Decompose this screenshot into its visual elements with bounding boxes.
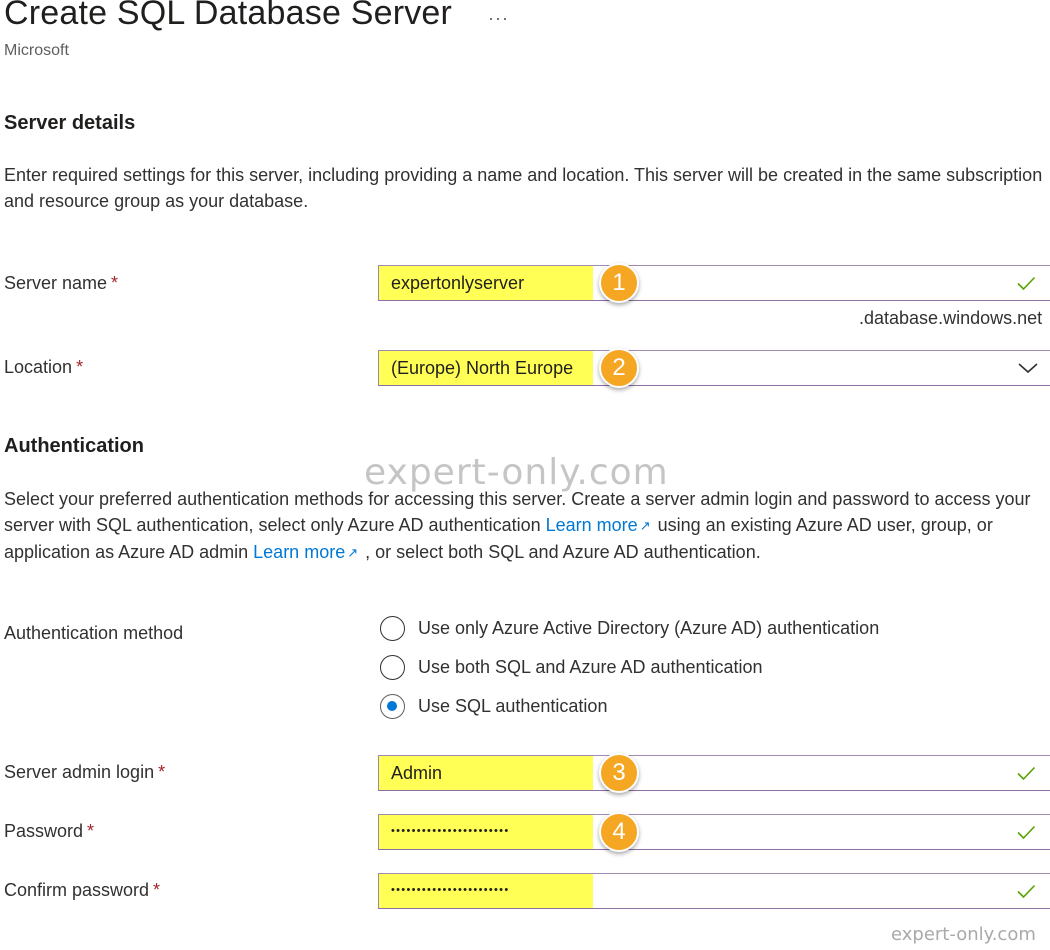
external-link-icon: ↗ [639, 518, 651, 533]
required-marker: * [87, 821, 95, 841]
external-link-icon: ↗ [347, 545, 359, 560]
radio-button[interactable] [380, 655, 405, 680]
radio-label: Use SQL authentication [418, 696, 608, 716]
radio-option-azure-ad-only[interactable]: Use only Azure Active Directory (Azure A… [380, 616, 879, 641]
page-title: Create SQL Database Server [4, 0, 453, 32]
step-badge-1: 1 [599, 263, 639, 303]
server-name-value: expertonlyserver [391, 273, 525, 293]
server-name-suffix: .database.windows.net [859, 308, 1043, 328]
page-header: Create SQL Database Server ··· [4, 0, 509, 33]
server-details-description: Enter required settings for this server,… [4, 165, 1043, 211]
page-subtitle: Microsoft [4, 42, 69, 59]
chevron-down-icon[interactable] [1017, 360, 1039, 376]
learn-more-link-2[interactable]: Learn more ↗ [253, 542, 360, 562]
password-masked-value: ••••••••••••••••••••••• [391, 825, 510, 837]
server-details-heading: Server details [4, 112, 136, 134]
checkmark-icon [1017, 884, 1036, 899]
checkmark-icon [1017, 766, 1036, 781]
radio-button[interactable] [380, 616, 405, 641]
server-name-label: Server name * [4, 273, 119, 293]
admin-login-label: Server admin login * [4, 762, 166, 782]
step-badge-4: 4 [599, 812, 639, 852]
location-select[interactable]: (Europe) North Europe [378, 350, 1050, 386]
learn-more-link-1[interactable]: Learn more ↗ [546, 515, 653, 535]
radio-option-sql-only[interactable]: Use SQL authentication [380, 694, 607, 719]
admin-login-value: Admin [391, 763, 443, 783]
admin-login-input[interactable]: Admin [378, 755, 1050, 791]
authentication-description: Select your preferred authentication met… [4, 486, 1050, 566]
radio-option-sql-and-azure-ad[interactable]: Use both SQL and Azure AD authentication [380, 655, 763, 680]
confirm-password-masked-value: ••••••••••••••••••••••• [391, 884, 510, 896]
location-label: Location * [4, 357, 84, 377]
required-marker: * [76, 357, 84, 377]
password-label: Password * [4, 821, 95, 841]
password-input[interactable]: ••••••••••••••••••••••• [378, 814, 1050, 850]
required-marker: * [158, 762, 166, 782]
more-options-icon[interactable]: ··· [488, 8, 509, 29]
authentication-method-label: Authentication method [4, 623, 184, 643]
radio-label: Use both SQL and Azure AD authentication [418, 657, 763, 677]
confirm-password-input[interactable]: ••••••••••••••••••••••• [378, 873, 1050, 909]
authentication-heading: Authentication [4, 435, 144, 457]
radio-label: Use only Azure Active Directory (Azure A… [418, 618, 880, 638]
step-badge-3: 3 [599, 753, 639, 793]
radio-button-selected[interactable] [380, 694, 405, 719]
required-marker: * [153, 880, 161, 900]
location-value: (Europe) North Europe [391, 358, 574, 378]
required-marker: * [111, 273, 119, 293]
step-badge-2: 2 [599, 348, 639, 388]
confirm-password-label: Confirm password * [4, 880, 161, 900]
footer-watermark: expert-only.com [891, 924, 1036, 945]
checkmark-icon [1017, 825, 1036, 840]
checkmark-icon [1017, 276, 1036, 291]
server-name-input[interactable]: expertonlyserver [378, 265, 1050, 301]
